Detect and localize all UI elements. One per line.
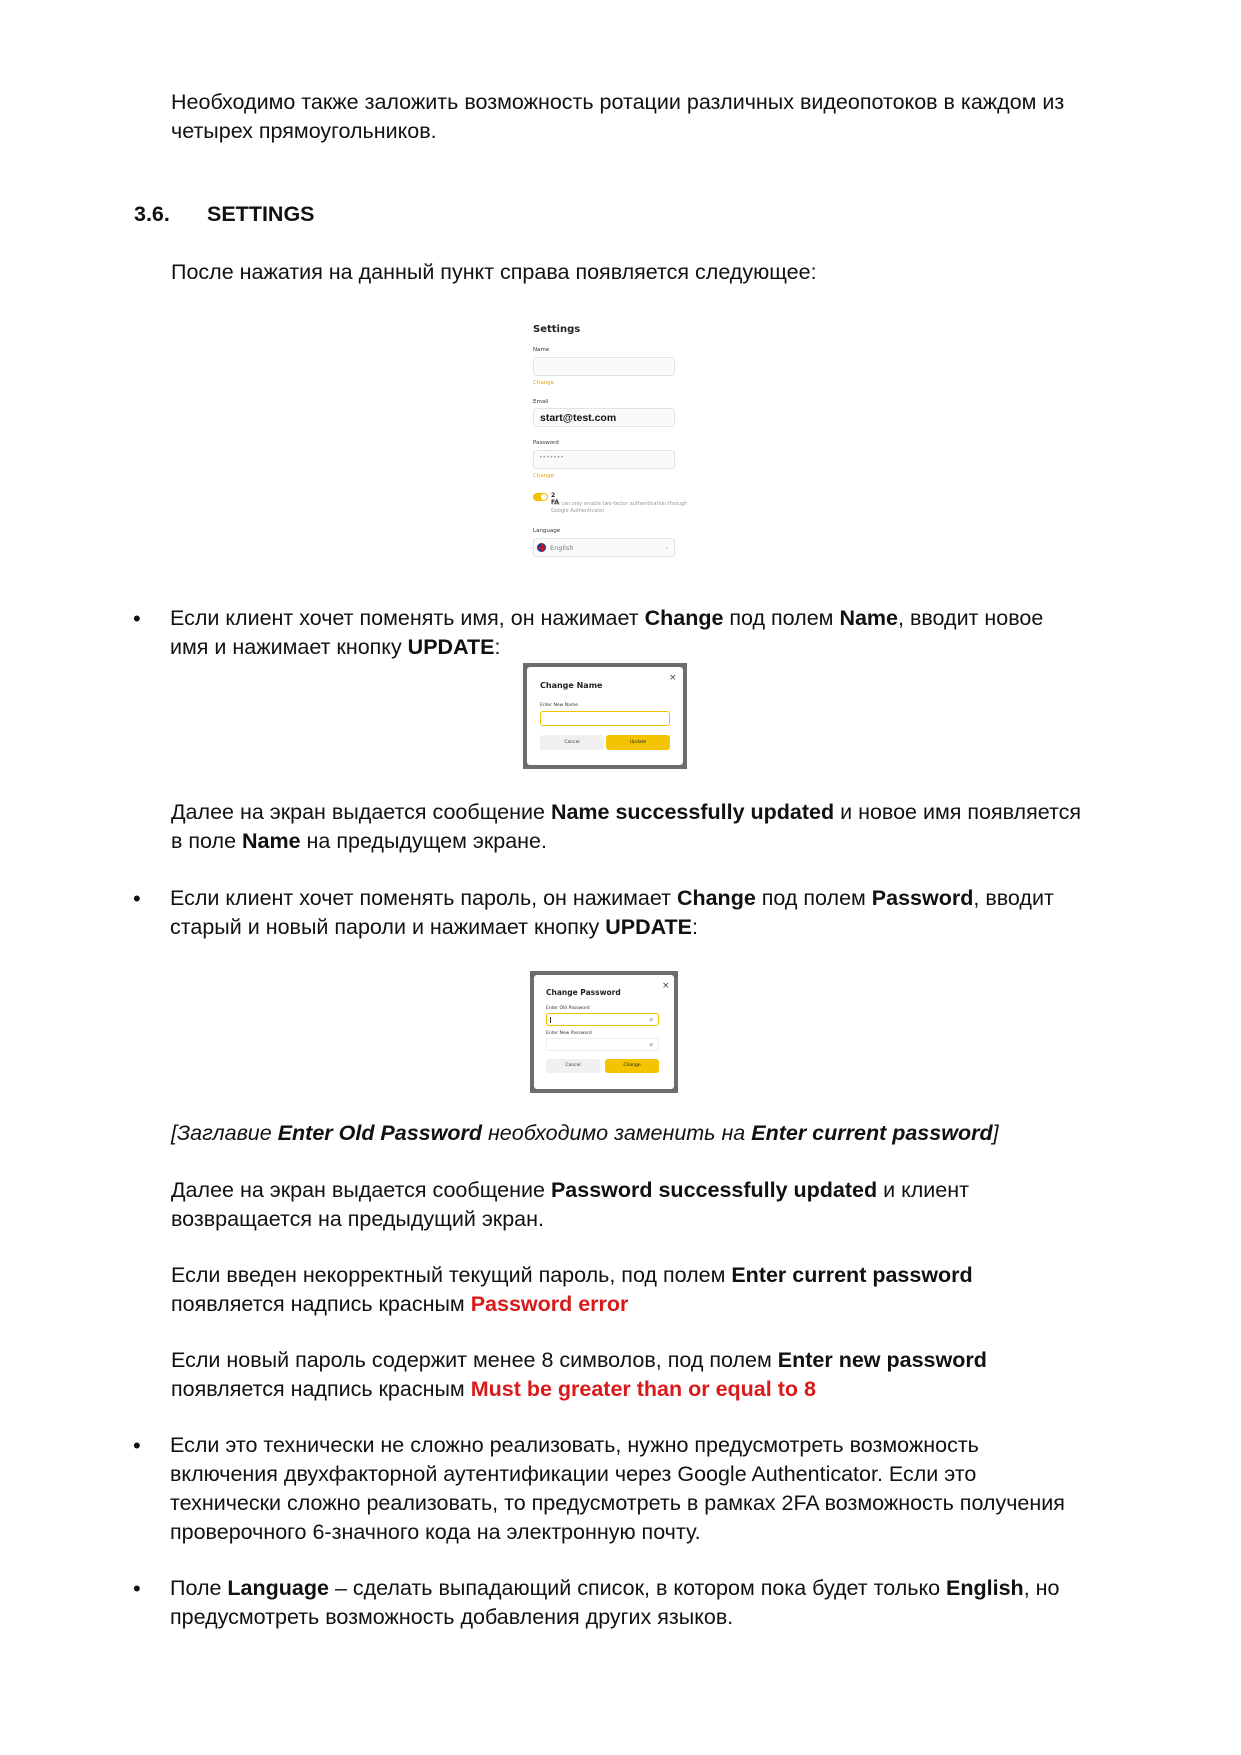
update-button[interactable]: Update — [606, 735, 670, 750]
old-password-label: Enter Old Password — [546, 1006, 590, 1011]
bullet2-text: Если клиент хочет поменять пароль, он на… — [170, 886, 1054, 939]
password-label: Password — [533, 440, 559, 446]
bullet-dot: • — [133, 606, 141, 631]
new-password-input[interactable]: ◉ — [546, 1038, 659, 1051]
email-value: start@test.com — [540, 412, 617, 424]
section-title: SETTINGS — [207, 202, 315, 226]
intro-line-2: четырех прямоугольников. — [171, 119, 437, 143]
bullet4-text: Поле Language – сделать выпадающий списо… — [170, 1576, 1060, 1629]
email-label: Email — [533, 399, 549, 405]
bullet-dot: • — [133, 1576, 141, 1601]
name-change-link[interactable]: Change — [533, 380, 554, 386]
password-error-message: Password error — [470, 1292, 629, 1316]
password-dots: ••••••• — [539, 454, 564, 461]
name-result-text: Далее на экран выдается сообщение Name s… — [171, 800, 1081, 853]
new-name-input[interactable] — [540, 711, 670, 726]
settings-title: Settings — [533, 324, 581, 335]
chevron-down-icon: ⌄ — [664, 544, 670, 551]
wrong-password-text: Если введен некорректный текущий пароль,… — [171, 1263, 973, 1316]
eye-icon[interactable]: ◉ — [649, 1042, 653, 1048]
twofa-description: You can only enable two-factor authentic… — [551, 501, 688, 514]
cancel-button[interactable]: Cancel — [546, 1059, 600, 1073]
language-select[interactable]: English ⌄ — [533, 538, 675, 557]
language-label: Language — [533, 528, 561, 534]
rename-note: [Заглавие Enter Old Password необходимо … — [171, 1121, 999, 1145]
change-password-dialog: Change Password × Enter Old Password ◉ E… — [534, 975, 674, 1089]
change-button[interactable]: Change — [605, 1059, 659, 1073]
new-password-label: Enter New Password — [546, 1031, 592, 1036]
email-input[interactable]: start@test.com — [533, 408, 675, 427]
password-input[interactable]: ••••••• — [533, 450, 675, 469]
change-name-title: Change Name — [540, 681, 603, 690]
close-icon[interactable]: × — [669, 673, 677, 683]
old-password-input[interactable]: ◉ — [546, 1013, 659, 1026]
password-change-link[interactable]: Change — [533, 473, 554, 479]
bullet-dot: • — [133, 886, 141, 911]
bullet3-text: Если это технически не сложно реализоват… — [170, 1433, 1065, 1544]
name-label: Name — [533, 347, 550, 353]
bullet1-text: Если клиент хочет поменять имя, он нажим… — [170, 606, 1044, 659]
twofa-toggle[interactable] — [533, 493, 548, 501]
name-input[interactable] — [533, 357, 675, 376]
password-result-text: Далее на экран выдается сообщение Passwo… — [171, 1178, 969, 1231]
after-click-text: После нажатия на данный пункт справа поя… — [171, 260, 817, 284]
uk-flag-icon — [537, 543, 546, 552]
change-name-dialog-frame: Change Name × Enter New Name Cancel Upda… — [523, 663, 687, 769]
text-caret — [550, 1017, 551, 1023]
close-icon[interactable]: × — [662, 981, 670, 991]
eye-icon[interactable]: ◉ — [649, 1017, 653, 1023]
length-error-message: Must be greater than or equal to 8 — [470, 1377, 816, 1401]
intro-paragraph: Необходимо также заложить возможность ро… — [171, 88, 1064, 146]
section-number: 3.6. — [134, 202, 170, 226]
short-password-text: Если новый пароль содержит менее 8 симво… — [171, 1348, 987, 1401]
intro-line-1: Необходимо также заложить возможность ро… — [171, 90, 1065, 114]
change-password-title: Change Password — [546, 988, 621, 997]
cancel-button[interactable]: Cancel — [540, 735, 604, 750]
new-name-label: Enter New Name — [540, 703, 579, 708]
bullet-dot: • — [133, 1433, 141, 1458]
change-name-dialog: Change Name × Enter New Name Cancel Upda… — [527, 667, 683, 765]
change-password-dialog-frame: Change Password × Enter Old Password ◉ E… — [530, 971, 678, 1093]
language-value: English — [550, 544, 574, 552]
